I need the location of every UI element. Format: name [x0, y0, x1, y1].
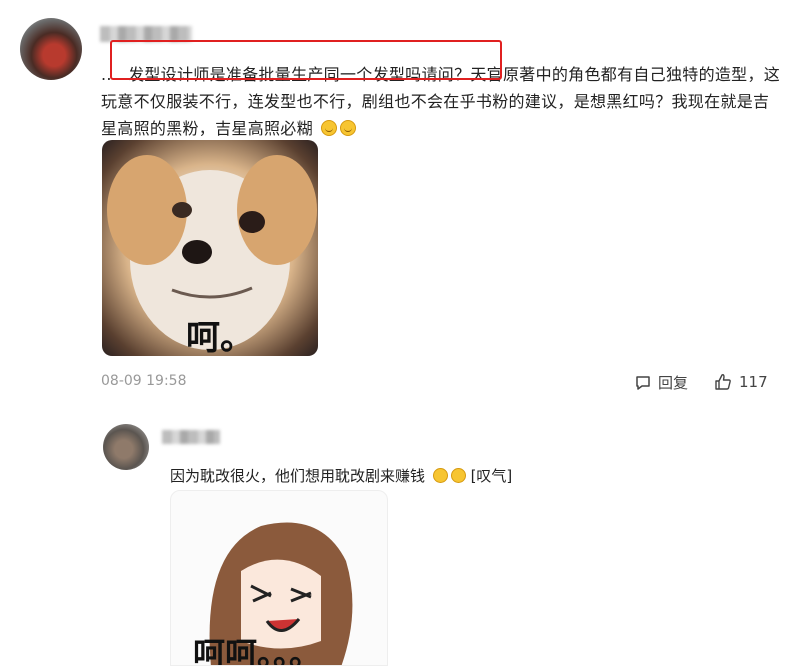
reply-body: 因为耽改很火，他们想用耽改剧来赚钱: [170, 467, 426, 485]
timestamp: 08-09 19:58: [101, 373, 187, 389]
reply-suffix: [叹气]: [470, 467, 513, 485]
avatar[interactable]: [103, 424, 149, 470]
comment-image-anime[interactable]: 呵呵。。。: [170, 490, 388, 666]
smile-emoji: [321, 120, 338, 136]
smile-emoji: [340, 120, 357, 136]
like-button[interactable]: 117: [713, 372, 768, 392]
like-count: 117: [739, 373, 768, 391]
avatar[interactable]: [20, 18, 82, 80]
comment-icon: [636, 375, 650, 390]
reply-label: 回复: [658, 374, 689, 392]
highlight-box: [110, 40, 502, 80]
sweat-emoji: [450, 468, 466, 483]
sweat-emoji: [432, 468, 448, 483]
reply-button[interactable]: 回复: [634, 372, 688, 393]
thumbs-up-icon: [715, 374, 731, 390]
username-blurred[interactable]: [162, 430, 220, 444]
image-caption: 呵。: [186, 318, 254, 356]
reply-text: 因为耽改很火，他们想用耽改剧来赚钱 [叹气]: [170, 465, 512, 487]
image-caption: 呵呵。。。: [193, 635, 322, 666]
comment-image-corgi[interactable]: 呵。: [102, 140, 318, 356]
